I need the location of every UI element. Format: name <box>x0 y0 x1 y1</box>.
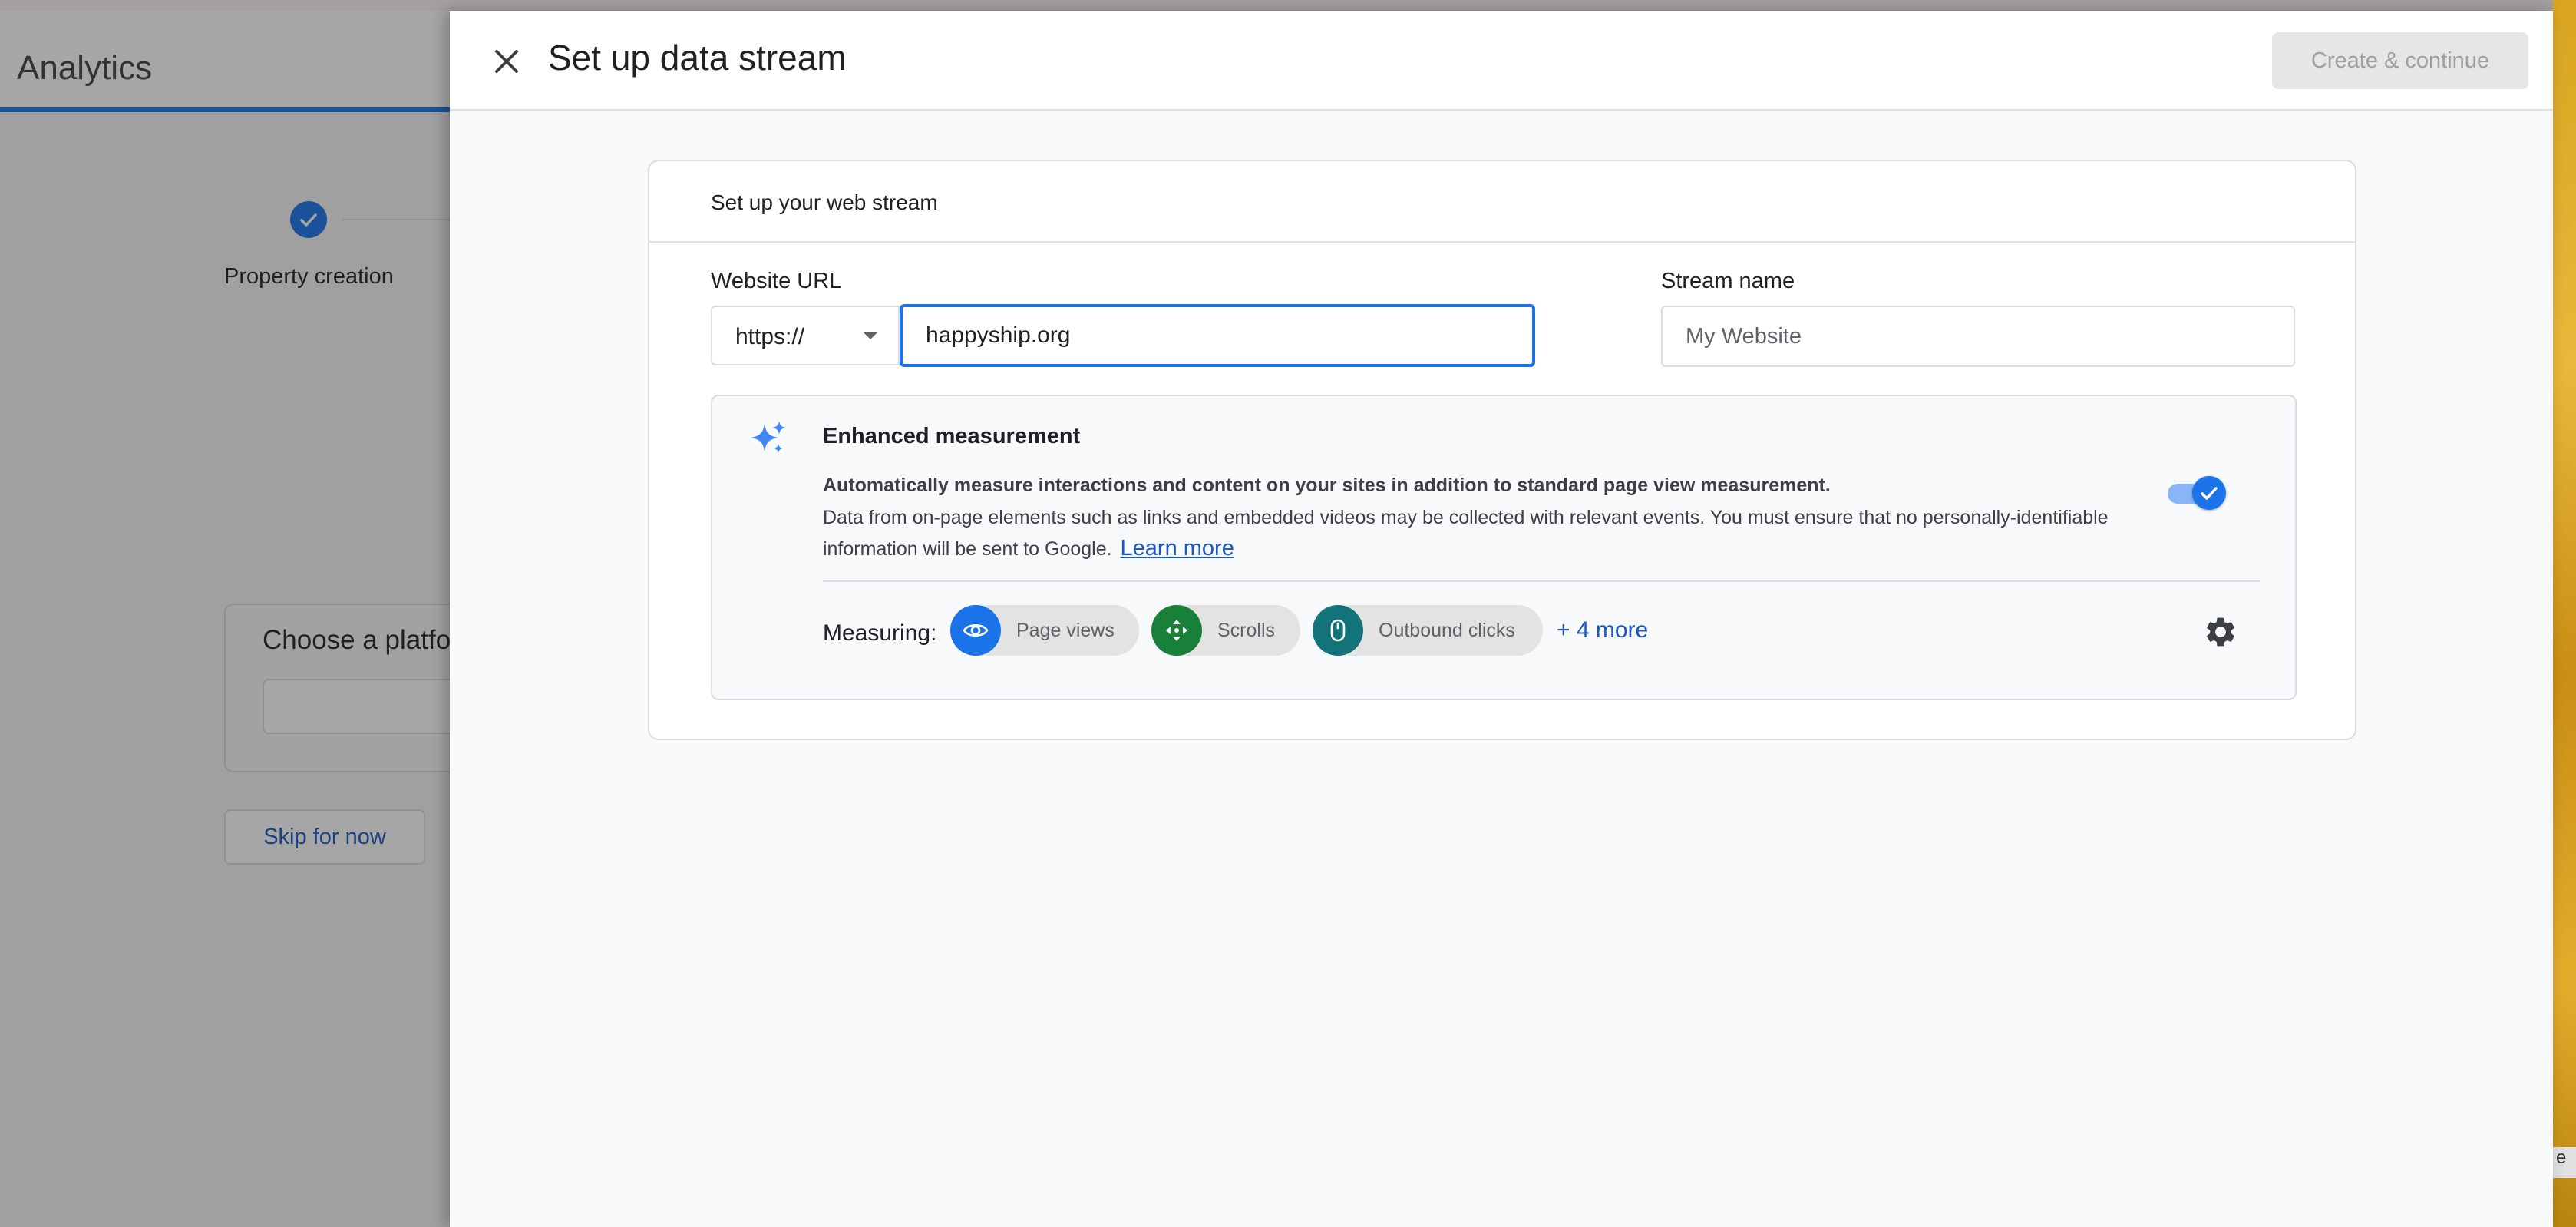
drawer-title: Set up data stream <box>548 38 847 78</box>
stream-name-input[interactable] <box>1661 306 2295 367</box>
chip-label: Scrolls <box>1217 619 1276 641</box>
stream-name-label: Stream name <box>1661 269 1795 293</box>
chip-label: Outbound clicks <box>1379 619 1515 641</box>
check-icon <box>2201 487 2218 500</box>
protocol-value: https:// <box>735 324 805 349</box>
sparkle-icon <box>751 421 786 453</box>
card-title: Set up your web stream <box>711 190 938 214</box>
scroll-icon <box>1151 605 1202 656</box>
chip-outbound-clicks: Outbound clicks <box>1313 605 1543 656</box>
enhanced-measurement-summary: Automatically measure interactions and c… <box>823 475 1831 496</box>
card-header: Set up your web stream <box>649 161 2355 243</box>
website-url-input[interactable] <box>900 304 1535 367</box>
toggle-knob <box>2192 476 2226 510</box>
enhanced-measurement-description: Data from on-page elements such as links… <box>823 502 2128 564</box>
edge-tag: e <box>2553 1147 2576 1178</box>
mouse-icon <box>1313 605 1363 656</box>
chip-page-views: Page views <box>950 605 1139 656</box>
divider <box>823 580 2260 582</box>
desktop-edge <box>2553 0 2576 1227</box>
enhanced-measurement-title: Enhanced measurement <box>823 424 1081 448</box>
protocol-select[interactable]: https:// <box>711 306 900 365</box>
more-events-link[interactable]: + 4 more <box>1557 617 1648 643</box>
chip-scrolls: Scrolls <box>1151 605 1300 656</box>
website-url-label: Website URL <box>711 269 842 293</box>
enhanced-measurement-detail: Data from on-page elements such as links… <box>823 507 2109 560</box>
dropdown-arrow-icon <box>863 332 878 339</box>
learn-more-link[interactable]: Learn more <box>1121 536 1234 561</box>
chip-label: Page views <box>1016 619 1115 641</box>
close-icon <box>495 50 518 73</box>
enhanced-measurement-toggle[interactable] <box>2168 476 2226 510</box>
enhanced-measurement-panel: Enhanced measurement Automatically measu… <box>711 395 2297 700</box>
eye-icon <box>950 605 1001 656</box>
measuring-label: Measuring: <box>823 620 937 646</box>
create-continue-button[interactable]: Create & continue <box>2272 32 2528 89</box>
close-button[interactable] <box>490 45 523 78</box>
gear-icon[interactable] <box>2203 614 2238 650</box>
setup-data-stream-drawer: Set up data stream Create & continue Set… <box>450 11 2553 1227</box>
web-stream-card: Set up your web stream Website URL Strea… <box>648 160 2356 740</box>
drawer-header: Set up data stream Create & continue <box>450 11 2553 111</box>
